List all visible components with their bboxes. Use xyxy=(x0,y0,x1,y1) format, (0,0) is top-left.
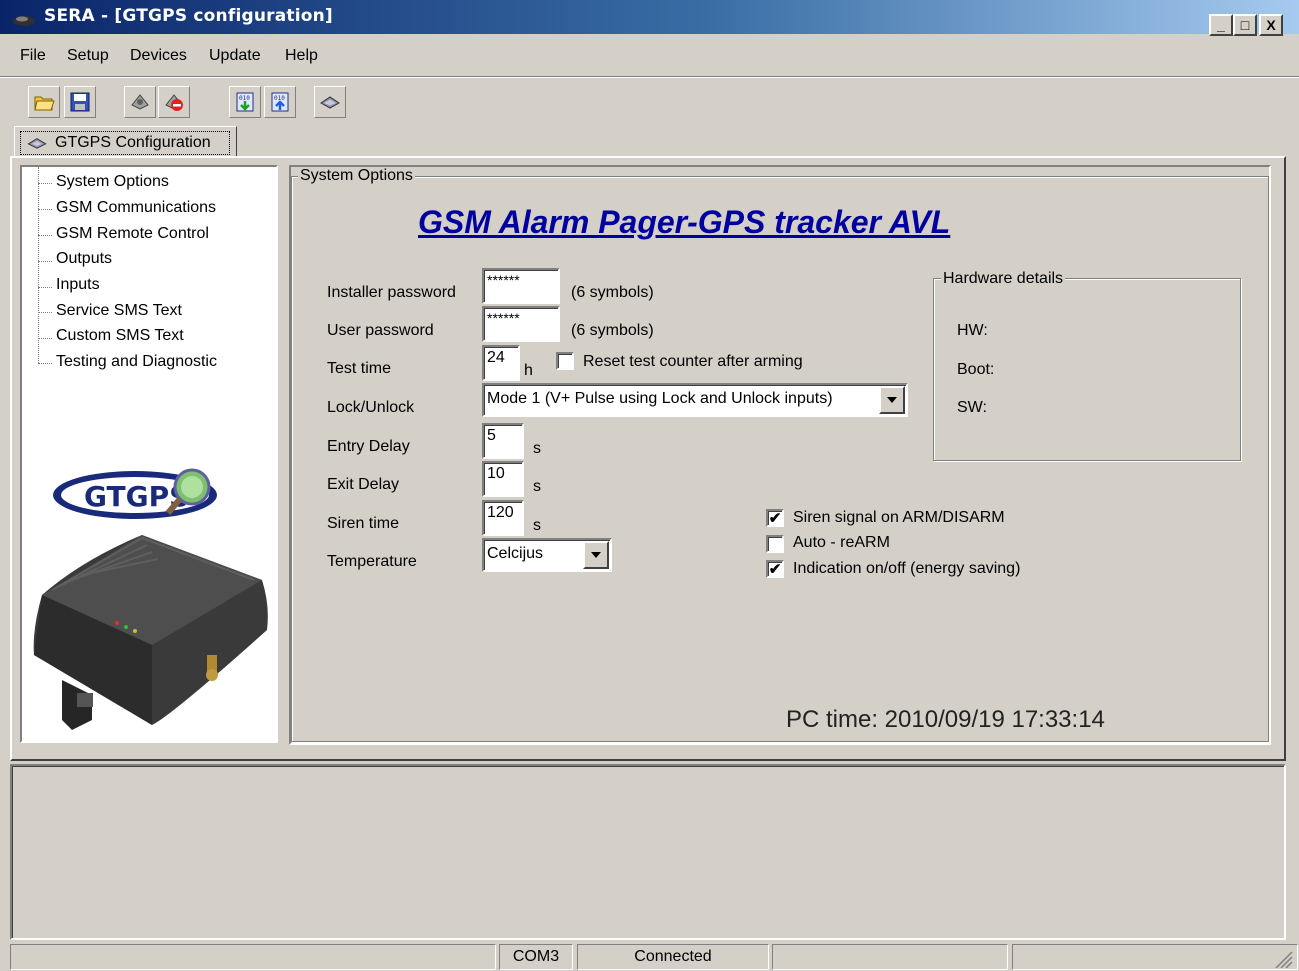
save-disk-icon[interactable] xyxy=(64,86,96,118)
installer-password-label: Installer password xyxy=(327,284,456,301)
temperature-label: Temperature xyxy=(327,553,417,570)
svg-text:010: 010 xyxy=(239,95,250,102)
menu-bar: File Setup Devices Update Help xyxy=(0,47,1299,71)
upload-firmware-icon[interactable]: 010 xyxy=(264,86,296,118)
auto-rearm-checkbox[interactable] xyxy=(766,535,784,553)
tree-item-outputs[interactable]: Outputs xyxy=(56,250,112,268)
menu-setup[interactable]: Setup xyxy=(67,47,109,65)
download-firmware-icon[interactable]: 010 xyxy=(229,86,261,118)
device-image: GTGPS xyxy=(22,455,276,741)
lock-unlock-dropdown-button[interactable] xyxy=(879,386,905,414)
chevron-down-icon xyxy=(591,552,601,558)
siren-time-label: Siren time xyxy=(327,515,400,532)
exit-delay-unit: s xyxy=(533,478,541,495)
reset-test-counter-checkbox[interactable] xyxy=(556,352,574,370)
checkmark-icon: ✔ xyxy=(768,509,782,527)
checkmark-icon: ✔ xyxy=(768,560,782,578)
status-port: COM3 xyxy=(499,944,573,970)
boot-label: Boot: xyxy=(957,361,995,378)
tree-item-custom-sms-text[interactable]: Custom SMS Text xyxy=(56,327,184,345)
exit-delay-label: Exit Delay xyxy=(327,476,400,493)
menu-file[interactable]: File xyxy=(20,47,46,65)
siren-time-field[interactable]: 120 xyxy=(482,500,524,536)
exit-delay-field[interactable]: 10 xyxy=(482,461,524,497)
sw-label: SW: xyxy=(957,399,987,416)
reset-test-counter-label: Reset test counter after arming xyxy=(583,353,803,370)
connect-icon[interactable] xyxy=(124,86,156,118)
entry-delay-field[interactable]: 5 xyxy=(482,423,524,459)
window-title: SERA - [GTGPS configuration] xyxy=(44,6,333,26)
test-time-label: Test time xyxy=(327,360,392,377)
lock-unlock-select[interactable]: Mode 1 (V+ Pulse using Lock and Unlock i… xyxy=(482,383,908,417)
device-heading: GSM Alarm Pager-GPS tracker AVL xyxy=(418,204,951,240)
installer-password-hint: (6 symbols) xyxy=(571,284,654,301)
siren-signal-checkbox[interactable]: ✔ xyxy=(766,509,784,527)
tree-item-inputs[interactable]: Inputs xyxy=(56,276,100,294)
status-panel-1 xyxy=(10,944,496,970)
menu-devices[interactable]: Devices xyxy=(130,47,187,65)
entry-delay-unit: s xyxy=(533,440,541,457)
user-password-label: User password xyxy=(327,322,434,339)
user-password-hint: (6 symbols) xyxy=(571,322,654,339)
tab-label: GTGPS Configuration xyxy=(55,134,211,151)
pc-time: PC time: 2010/09/19 17:33:14 xyxy=(786,706,1105,733)
device-tab-icon xyxy=(27,138,47,149)
menu-help[interactable]: Help xyxy=(285,47,318,65)
chevron-down-icon xyxy=(887,397,897,403)
disconnect-icon[interactable] xyxy=(158,86,190,118)
device-icon[interactable] xyxy=(314,86,346,118)
hw-label: HW: xyxy=(957,322,988,339)
app-icon xyxy=(13,16,35,26)
siren-signal-label: Siren signal on ARM/DISARM xyxy=(793,509,1005,526)
menu-update[interactable]: Update xyxy=(209,47,261,65)
siren-time-unit: s xyxy=(533,517,541,534)
close-button[interactable]: X xyxy=(1259,14,1283,36)
entry-delay-label: Entry Delay xyxy=(327,438,410,455)
status-panel-5 xyxy=(1012,944,1298,970)
indication-label: Indication on/off (energy saving) xyxy=(793,560,1021,577)
menu-separator xyxy=(0,76,1299,78)
tree-item-service-sms-text[interactable]: Service SMS Text xyxy=(56,302,182,320)
status-connection: Connected xyxy=(577,944,769,970)
maximize-button[interactable]: □ xyxy=(1233,14,1257,36)
tree-item-testing-and-diagnostic[interactable]: Testing and Diagnostic xyxy=(56,353,217,371)
auto-rearm-label: Auto - reARM xyxy=(793,534,890,551)
title-bar[interactable]: SERA - [GTGPS configuration] _ □ X xyxy=(0,0,1299,36)
resize-grip-icon[interactable] xyxy=(1274,950,1294,968)
indication-checkbox[interactable]: ✔ xyxy=(766,560,784,578)
open-folder-icon[interactable] xyxy=(28,86,60,118)
installer-password-field[interactable]: ****** xyxy=(482,268,560,304)
log-area[interactable] xyxy=(10,764,1286,940)
lock-unlock-value: Mode 1 (V+ Pulse using Lock and Unlock i… xyxy=(487,390,833,407)
lock-unlock-label: Lock/Unlock xyxy=(327,399,415,416)
temperature-select[interactable]: Celcijus xyxy=(482,538,612,572)
status-panel-4 xyxy=(772,944,1008,970)
test-time-field[interactable]: 24 xyxy=(482,345,520,381)
hardware-details-legend: Hardware details xyxy=(941,270,1066,288)
temperature-dropdown-button[interactable] xyxy=(583,541,609,569)
tab-gtgps-configuration[interactable]: GTGPS Configuration xyxy=(14,126,237,158)
minimize-button[interactable]: _ xyxy=(1209,14,1233,36)
test-time-unit: h xyxy=(524,362,533,379)
system-options-legend: System Options xyxy=(298,167,415,185)
tree-item-gsm-remote-control[interactable]: GSM Remote Control xyxy=(56,225,209,243)
temperature-value: Celcijus xyxy=(487,545,544,562)
tree-item-system-options[interactable]: System Options xyxy=(56,173,169,191)
user-password-field[interactable]: ****** xyxy=(482,306,560,342)
tree-item-gsm-communications[interactable]: GSM Communications xyxy=(56,199,216,217)
